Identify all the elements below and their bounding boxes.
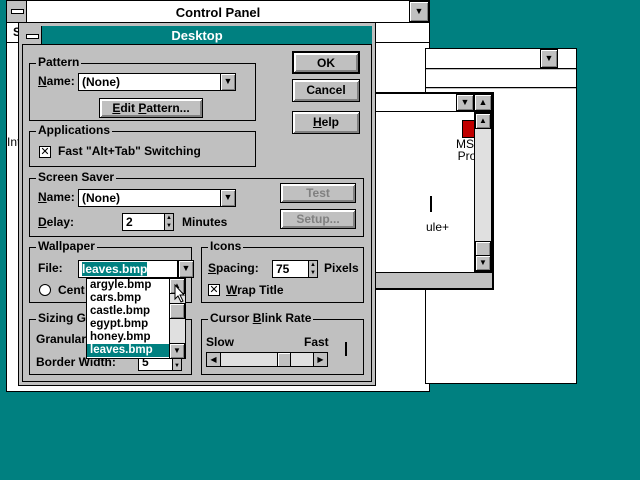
- wallpaper-file-value: leaves.bmp: [82, 262, 148, 276]
- pattern-name-dropdown[interactable]: (None): [78, 73, 222, 91]
- blink-rate-slider-thumb[interactable]: [277, 353, 291, 366]
- wallpaper-file-combobox[interactable]: leaves.bmp: [78, 260, 178, 278]
- wallpaper-options: argyle.bmp cars.bmp castle.bmp egypt.bmp hon…: [87, 279, 169, 357]
- cursor-blink-group-title: Cursor Blink Rate: [208, 311, 314, 325]
- delay-input[interactable]: 2: [122, 213, 164, 231]
- wallpaper-option[interactable]: leaves.bmp: [87, 344, 169, 357]
- cursor-blink-preview: [345, 342, 347, 356]
- child-window-hscroll-corner: [372, 272, 492, 288]
- wallpaper-file-label: File:: [38, 261, 63, 275]
- delay-label: Delay:: [38, 215, 75, 229]
- pixels-label: Pixels: [324, 261, 359, 275]
- desktop-dialog-title: Desktop: [171, 28, 223, 43]
- screen-saver-name-dropdown[interactable]: (None): [78, 189, 222, 207]
- blink-rate-slider[interactable]: ◀ ▶: [206, 352, 328, 367]
- center-radio[interactable]: [39, 284, 51, 296]
- wallpaper-option[interactable]: egypt.bmp: [87, 318, 169, 331]
- icons-group-title: Icons: [208, 239, 244, 253]
- control-panel-title: Control Panel: [175, 5, 261, 20]
- wrap-title-label[interactable]: Wrap Title: [226, 283, 284, 297]
- calendar-icon[interactable]: [430, 196, 438, 212]
- bg-window-minimize-button[interactable]: ▼: [540, 49, 558, 68]
- delay-spinner[interactable]: ▲ ▼: [164, 213, 174, 231]
- wrap-title-checkbox[interactable]: ✕: [208, 284, 220, 296]
- pattern-group-title: Pattern: [36, 55, 82, 69]
- spacing-spinner[interactable]: ▲ ▼: [308, 260, 318, 278]
- spacing-label: Spacing:: [208, 261, 259, 275]
- child-window-minimize-button[interactable]: ▼: [456, 94, 474, 111]
- wallpaper-dropdown-arrow-icon[interactable]: ▼: [178, 260, 194, 278]
- list-scroll-thumb[interactable]: [169, 303, 185, 319]
- desktop-dialog-system-menu[interactable]: [22, 26, 42, 44]
- wallpaper-option[interactable]: cars.bmp: [87, 292, 169, 305]
- desktop-dialog: Desktop OK Cancel Help Pattern Name: (No…: [18, 22, 376, 386]
- setup-button[interactable]: Setup...: [280, 209, 356, 229]
- child-window-content: MS- Pro ule+: [372, 112, 478, 272]
- screen-saver-group-title: Screen Saver: [36, 170, 117, 184]
- wallpaper-option[interactable]: castle.bmp: [87, 305, 169, 318]
- help-button[interactable]: Help: [292, 111, 360, 134]
- applications-group: Applications ✕ Fast "Alt+Tab" Switching: [29, 123, 256, 167]
- ok-button[interactable]: OK: [292, 51, 360, 74]
- desktop-dialog-titlebar[interactable]: Desktop: [22, 26, 372, 45]
- pattern-name-label: Name:: [38, 74, 75, 88]
- fast-alt-tab-label[interactable]: Fast "Alt+Tab" Switching: [58, 144, 201, 158]
- cancel-button[interactable]: Cancel: [292, 79, 360, 102]
- screen-saver-group: Screen Saver Name: (None) ▼ Delay: 2 ▲ ▼ …: [29, 170, 364, 237]
- granularity-label-partial: Granular: [36, 332, 87, 346]
- child-window-maximize-button[interactable]: ▲: [474, 94, 492, 111]
- slider-right-arrow-icon[interactable]: ▶: [313, 353, 327, 366]
- list-scroll-down-icon[interactable]: ▼: [169, 343, 185, 359]
- fast-label: Fast: [304, 335, 329, 349]
- bg-window-titlebar[interactable]: ▼: [426, 49, 576, 69]
- pattern-dropdown-arrow-icon[interactable]: ▼: [220, 73, 236, 91]
- slow-label: Slow: [206, 335, 235, 349]
- wallpaper-group-title: Wallpaper: [36, 239, 97, 253]
- scroll-up-button[interactable]: ▲: [475, 113, 491, 129]
- mouse-pointer-icon: [174, 284, 186, 303]
- child-window: ▼ ▲ MS- Pro ule+ ▲ ▼: [370, 92, 494, 290]
- test-button[interactable]: Test: [280, 183, 356, 203]
- bg-window-menubar: [426, 70, 576, 88]
- screen-saver-name-label: Name:: [38, 190, 75, 204]
- icons-group: Icons Spacing: 75 ▲ ▼ Pixels ✕ Wrap Title: [201, 239, 364, 303]
- screen-saver-dropdown-arrow-icon[interactable]: ▼: [220, 189, 236, 207]
- fast-alt-tab-checkbox[interactable]: ✕: [39, 146, 51, 158]
- cursor-blink-group: Cursor Blink Rate Slow Fast ◀ ▶: [201, 311, 364, 375]
- child-window-titlebar[interactable]: ▼ ▲: [372, 94, 492, 112]
- calendar-label-partial: ule+: [426, 220, 450, 234]
- wallpaper-option[interactable]: honey.bmp: [87, 331, 169, 344]
- pattern-group: Pattern Name: (None) ▼ Edit Pattern...: [29, 55, 256, 121]
- slider-left-arrow-icon[interactable]: ◀: [207, 353, 221, 366]
- center-label-partial[interactable]: Cent: [58, 283, 85, 297]
- scroll-down-button[interactable]: ▼: [475, 255, 491, 271]
- control-panel-system-menu[interactable]: [7, 1, 27, 22]
- child-window-vertical-scrollbar[interactable]: ▲ ▼: [474, 112, 492, 272]
- sizing-grid-group-title: Sizing G: [36, 311, 88, 325]
- control-panel-minimize-button[interactable]: ▼: [409, 1, 429, 22]
- edit-pattern-button[interactable]: Edit Pattern...: [99, 98, 203, 118]
- spacing-input[interactable]: 75: [272, 260, 308, 278]
- applications-group-title: Applications: [36, 123, 113, 137]
- wallpaper-dropdown-list[interactable]: argyle.bmp cars.bmp castle.bmp egypt.bmp hon…: [86, 278, 186, 359]
- wallpaper-option[interactable]: argyle.bmp: [87, 279, 169, 292]
- control-panel-titlebar[interactable]: Control Panel ▼: [7, 1, 429, 23]
- minutes-label: Minutes: [182, 215, 228, 229]
